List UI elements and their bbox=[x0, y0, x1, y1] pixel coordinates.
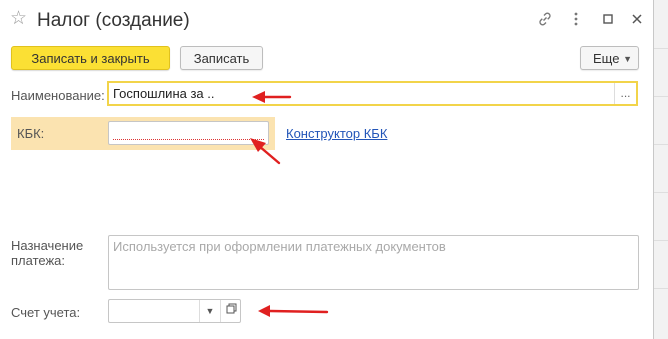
name-label: Наименование: bbox=[11, 88, 105, 103]
background-panel bbox=[653, 0, 668, 339]
annotation-arrowhead-account bbox=[258, 305, 270, 317]
maximize-icon[interactable] bbox=[599, 11, 617, 32]
purpose-label-line1: Назначение bbox=[11, 238, 84, 253]
window-title: Налог (создание) bbox=[37, 10, 190, 31]
kebab-menu-icon[interactable] bbox=[567, 11, 585, 32]
account-field[interactable]: ▼ bbox=[108, 299, 241, 323]
link-icon[interactable] bbox=[536, 11, 554, 32]
more-label: Еще bbox=[593, 51, 620, 66]
payment-purpose-placeholder: Используется при оформлении платежных до… bbox=[113, 239, 446, 254]
more-menu-button[interactable]: Еще ▼ bbox=[580, 46, 639, 70]
kbk-label: КБК: bbox=[17, 126, 45, 141]
dropdown-arrow-icon[interactable]: ▼ bbox=[199, 300, 220, 322]
chevron-down-icon: ▼ bbox=[623, 54, 632, 64]
name-value: Госпошлина за .. bbox=[113, 86, 215, 101]
kbk-constructor-link[interactable]: Конструктор КБК bbox=[286, 126, 387, 142]
purpose-label-line2: платежа: bbox=[11, 253, 65, 268]
title-bar: ☆ Налог (создание) bbox=[0, 0, 653, 40]
name-field[interactable]: Госпошлина за .. ... bbox=[107, 81, 638, 106]
close-icon[interactable] bbox=[628, 11, 646, 32]
name-select-button[interactable]: ... bbox=[614, 83, 636, 104]
payment-purpose-field[interactable]: Используется при оформлении платежных до… bbox=[108, 235, 639, 290]
save-button[interactable]: Записать bbox=[180, 46, 263, 70]
kbk-field[interactable] bbox=[108, 121, 269, 145]
star-icon[interactable]: ☆ bbox=[10, 9, 27, 29]
save-and-close-button[interactable]: Записать и закрыть bbox=[11, 46, 170, 70]
annotation-arrow-account bbox=[268, 309, 329, 314]
tax-form-window: ☆ Налог (создание) Записать и закрыть За… bbox=[0, 0, 654, 339]
kbk-required-marker bbox=[113, 139, 264, 140]
open-icon[interactable] bbox=[220, 300, 242, 322]
account-label: Счет учета: bbox=[11, 305, 81, 320]
